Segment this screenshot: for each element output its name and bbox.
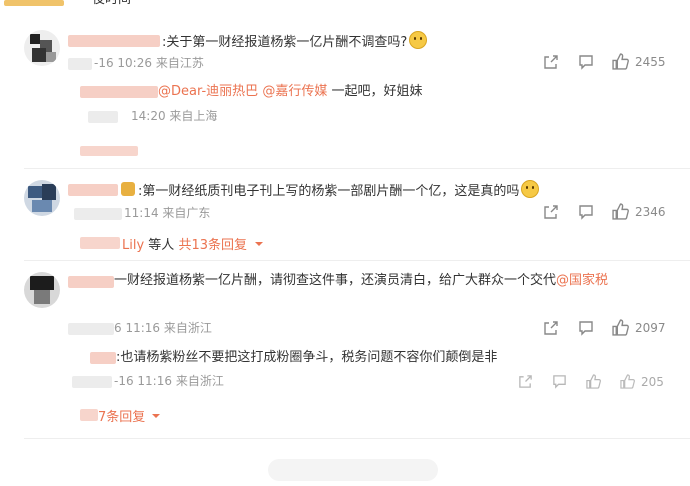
comment-button[interactable] (552, 374, 567, 389)
date-blur (68, 58, 92, 70)
reply-username-blur[interactable] (90, 352, 116, 364)
like-icon (612, 319, 629, 336)
reply-summary-button[interactable]: Lily 等人 共13条回复 (122, 234, 264, 253)
comment-time: 11:14 (124, 206, 159, 220)
divider (24, 438, 690, 439)
like-button[interactable]: 2097 (612, 319, 666, 336)
like-icon (612, 53, 629, 70)
username-blur[interactable] (68, 184, 118, 196)
share-button[interactable] (543, 204, 559, 220)
share-button[interactable] (543, 320, 559, 336)
like-icon (586, 374, 601, 389)
date-blur (68, 323, 114, 335)
comment-location: 来自浙江 (163, 321, 212, 335)
date-blur (88, 111, 118, 123)
share-icon (544, 321, 558, 335)
badge-icon (121, 182, 135, 196)
avatar[interactable] (24, 30, 60, 66)
reply-text: @Dear-迪丽热巴 @嘉行传媒 一起吧，好姐妹 (158, 83, 422, 101)
comment-button[interactable] (578, 54, 594, 70)
mention-link[interactable]: @Dear-迪丽热巴 (158, 84, 258, 99)
comment-meta: 6 11:16 来自浙江 (114, 320, 212, 336)
comment-location: 来自江苏 (155, 56, 204, 70)
mention-link[interactable]: @嘉行传媒 (262, 84, 327, 99)
reply-meta: -16 11:16 来自浙江 (114, 373, 224, 389)
more-replies-button[interactable]: 7条回复 (98, 406, 161, 425)
reply-time: 14:20 (131, 109, 166, 123)
reply-time: -16 11:16 (114, 374, 172, 388)
share-button[interactable] (543, 54, 559, 70)
share-button[interactable] (518, 374, 533, 389)
reply-summary-mid: 等人 (144, 238, 179, 253)
comment-icon (579, 321, 593, 336)
watermark-bar (268, 459, 438, 481)
comment-icon (553, 375, 566, 389)
smile-emoji-icon (409, 31, 428, 49)
username-blur[interactable] (68, 276, 114, 288)
share-icon (544, 55, 558, 69)
comment-text: 一财经报道杨紫一亿片酬，请彻查这件事，还演员清白，给广大群众一个交代@国家税 (114, 272, 608, 290)
avatar[interactable] (24, 272, 60, 308)
like-button[interactable]: 2346 (612, 203, 666, 220)
reply-body: 一起吧，好姐妹 (327, 84, 423, 99)
comment-meta: 11:14 来自广东 (124, 205, 210, 221)
like-icon (612, 203, 629, 220)
comment-time: 6 11:16 (114, 321, 161, 335)
reply-location: 来自上海 (169, 109, 218, 123)
reply-text: :也请杨紫粉丝不要把这打成粉圈争斗，税务问题不容你们颠倒是非 (116, 349, 497, 367)
like-button[interactable]: 205 (620, 374, 664, 389)
share-icon (519, 375, 532, 388)
like-button[interactable] (586, 374, 601, 389)
smile-emoji-icon (521, 180, 540, 198)
like-button[interactable]: 2455 (612, 53, 666, 70)
more-replies-blur[interactable] (80, 409, 98, 421)
comment-meta: -16 10:26 来自江苏 (94, 55, 204, 71)
chevron-down-icon (255, 242, 264, 246)
reply-user-name[interactable]: Lily (122, 238, 144, 253)
like-count: 205 (641, 374, 664, 389)
reply-location: 来自浙江 (175, 374, 224, 388)
comment-button[interactable] (578, 320, 594, 336)
like-count: 2097 (635, 320, 666, 335)
mention-link[interactable]: @国家税 (556, 273, 608, 288)
reply-username-blur[interactable] (80, 86, 158, 98)
more-replies-blur[interactable] (80, 146, 138, 156)
like-icon (620, 374, 635, 389)
comment-body: :第一财经纸质刊电子刊上写的杨紫一部剧片酬一个亿，这是真的吗 (138, 184, 520, 199)
comment-time: -16 10:26 (94, 56, 152, 70)
like-count: 2346 (635, 204, 666, 219)
comment-text: :关于第一财经报道杨紫一亿片酬不调查吗? (162, 31, 428, 52)
header-blur (4, 0, 64, 6)
comment-text: :第一财经纸质刊电子刊上写的杨紫一部剧片酬一个亿，这是真的吗 (138, 180, 540, 201)
comment-button[interactable] (578, 204, 594, 220)
header-partial-text: 役时间 (92, 0, 131, 9)
username-blur[interactable] (68, 35, 160, 47)
comment-location: 来自广东 (162, 206, 211, 220)
like-count: 2455 (635, 54, 666, 69)
chevron-down-icon (152, 414, 161, 418)
avatar[interactable] (24, 180, 60, 216)
reply-meta: 14:20 来自上海 (131, 108, 217, 124)
divider (24, 168, 690, 169)
more-replies-label[interactable]: 7条回复 (98, 410, 145, 425)
share-icon (544, 205, 558, 219)
comment-icon (579, 205, 593, 220)
date-blur (72, 376, 112, 388)
comment-body: 一财经报道杨紫一亿片酬，请彻查这件事，还演员清白，给广大群众一个交代 (114, 273, 557, 288)
comment-body: :关于第一财经报道杨紫一亿片酬不调查吗? (162, 35, 408, 50)
reply-count[interactable]: 共13条回复 (178, 238, 247, 253)
reply-users-blur[interactable] (80, 237, 120, 249)
comment-icon (579, 55, 593, 70)
divider (24, 260, 690, 261)
date-blur (74, 208, 122, 220)
reply-body: :也请杨紫粉丝不要把这打成粉圈争斗，税务问题不容你们颠倒是非 (116, 350, 498, 365)
